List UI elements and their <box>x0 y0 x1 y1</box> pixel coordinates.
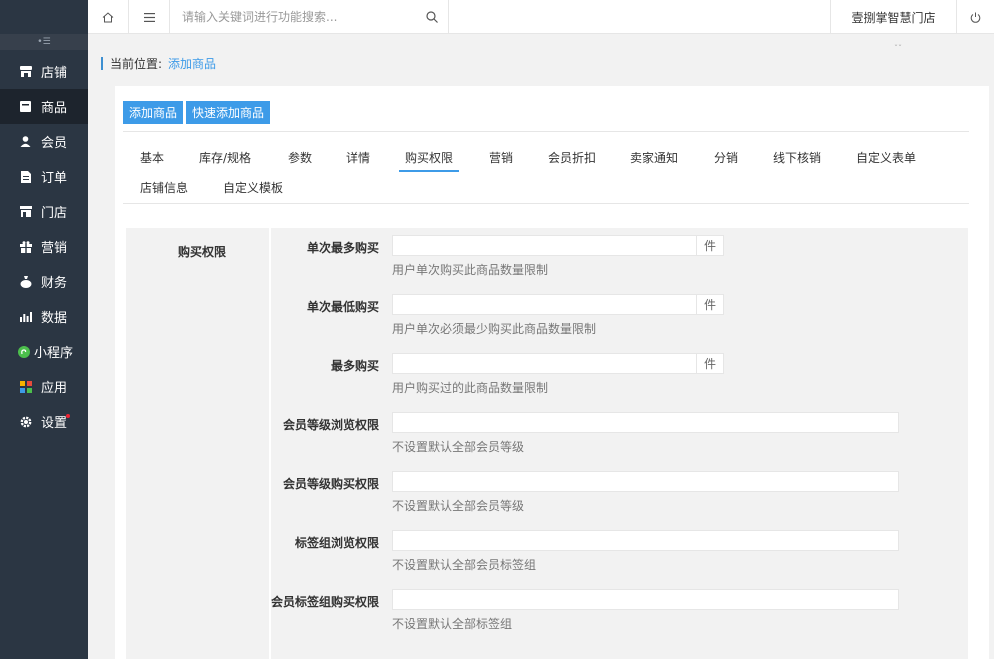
top-buttons: 添加商品 快速添加商品 <box>123 101 273 124</box>
tab-params[interactable]: 参数 <box>288 144 312 172</box>
tab-detail[interactable]: 详情 <box>346 144 370 172</box>
breadcrumb-bar <box>101 57 103 70</box>
member-level-view-select[interactable] <box>392 412 899 433</box>
sidebar-item-shop[interactable]: 门店 <box>0 194 88 229</box>
divider <box>123 203 969 204</box>
apps-icon <box>19 380 32 393</box>
sidebar-item-settings[interactable]: 设置 <box>0 404 88 439</box>
mini-program-icon <box>17 345 30 358</box>
search-icon[interactable] <box>426 11 438 23</box>
form-label: 会员等级购买权限 <box>282 477 379 491</box>
tab-marketing[interactable]: 营销 <box>489 144 513 172</box>
sidebar-item-label: 订单 <box>41 171 68 186</box>
sidebar-item-label: 财务 <box>41 276 68 291</box>
sidebar-item-store[interactable]: 店铺 <box>0 54 88 89</box>
menu-button[interactable] <box>129 0 170 34</box>
form-hint: 不设置默认全部标签组 <box>392 617 513 631</box>
form-label: 会员等级浏览权限 <box>282 418 379 432</box>
form-hint: 不设置默认全部会员标签组 <box>392 558 537 572</box>
search-box <box>170 0 449 34</box>
home-icon <box>102 11 114 22</box>
form-hint: 用户单次购买此商品数量限制 <box>392 263 549 277</box>
unit-addon: 件 <box>696 353 724 374</box>
sidebar-item-goods[interactable]: 商品 <box>0 89 88 124</box>
logout-button[interactable] <box>957 0 994 34</box>
max-total-input[interactable] <box>392 353 697 374</box>
purchase-permission-panel: 购买权限 单次最多购买 件 用户单次购买此商品数量限制 单次最低购买 件 用户单… <box>126 228 968 659</box>
sidebar-item-label: 会员 <box>41 136 68 151</box>
member-level-buy-select[interactable] <box>392 471 899 492</box>
sidebar-item-member[interactable]: 会员 <box>0 124 88 159</box>
sidebar-item-finance[interactable]: 财务 <box>0 264 88 299</box>
unit-addon: 件 <box>696 294 724 315</box>
tab-distribution[interactable]: 分销 <box>714 144 738 172</box>
sidebar-item-label: 数据 <box>41 311 68 326</box>
sidebar-item-order[interactable]: 订单 <box>0 159 88 194</box>
tab-basic[interactable]: 基本 <box>140 144 164 172</box>
tab-custom-template[interactable]: 自定义模板 <box>223 174 283 202</box>
breadcrumb: 当前位置: 添加商品 <box>101 55 216 72</box>
home-button[interactable] <box>88 0 129 34</box>
section-sidebar: 购买权限 <box>126 228 271 659</box>
form-label: 标签组浏览权限 <box>294 536 379 550</box>
tab-member-discount[interactable]: 会员折扣 <box>548 144 596 172</box>
notification-dot <box>66 414 70 418</box>
form-hint: 不设置默认全部会员等级 <box>392 499 525 513</box>
money-bag-icon <box>19 275 32 288</box>
form-label: 单次最低购买 <box>306 300 379 314</box>
sidebar: •☰ 店铺 商品 会员 订单 门店 营销 财务 数据 小程序 应用 设置 <box>0 0 88 659</box>
store-name-button[interactable]: 壹捌掌智慧门店 <box>830 0 957 34</box>
unit-addon: 件 <box>696 235 724 256</box>
goods-icon <box>19 100 32 113</box>
breadcrumb-label: 当前位置: <box>110 57 163 71</box>
form-label: 单次最多购买 <box>306 241 379 255</box>
shop-icon <box>19 205 32 218</box>
sidebar-item-label: 应用 <box>41 381 68 396</box>
sidebar-item-data[interactable]: 数据 <box>0 299 88 334</box>
tab-stock-spec[interactable]: 库存/规格 <box>199 144 251 172</box>
gear-icon <box>19 415 32 428</box>
form-label: 最多购买 <box>330 359 379 373</box>
collapse-icon[interactable]: •☰ <box>0 34 88 50</box>
tab-store-info[interactable]: 店铺信息 <box>140 174 188 202</box>
power-icon <box>970 12 981 23</box>
search-input[interactable] <box>170 0 410 34</box>
max-per-order-input[interactable] <box>392 235 697 256</box>
gift-icon <box>19 240 32 253</box>
chevron-down-icon[interactable]: ˇˇ <box>894 44 902 53</box>
tag-group-view-select[interactable] <box>392 530 899 551</box>
sidebar-item-apps[interactable]: 应用 <box>0 369 88 404</box>
sidebar-item-label: 店铺 <box>41 66 68 81</box>
top-header: 壹捌掌智慧门店 <box>88 0 994 34</box>
divider <box>123 131 969 132</box>
main-card: 添加商品 快速添加商品 基本 库存/规格 参数 详情 购买权限 营销 会员折扣 … <box>115 86 989 659</box>
order-icon <box>19 170 32 183</box>
breadcrumb-current[interactable]: 添加商品 <box>168 55 216 72</box>
quick-add-goods-button[interactable]: 快速添加商品 <box>186 101 271 124</box>
member-tag-group-buy-select[interactable] <box>392 589 899 610</box>
sidebar-logo-area <box>0 0 88 34</box>
sidebar-item-label: 门店 <box>41 206 68 221</box>
add-goods-button[interactable]: 添加商品 <box>123 101 184 124</box>
user-icon <box>19 135 32 148</box>
section-title: 购买权限 <box>178 245 227 259</box>
sidebar-item-label: 设置 <box>41 416 68 431</box>
sidebar-item-mini-program[interactable]: 小程序 <box>0 334 88 369</box>
store-icon <box>19 65 32 78</box>
sidebar-item-label: 小程序 <box>34 346 74 361</box>
sidebar-item-label: 营销 <box>41 241 68 256</box>
min-per-order-input[interactable] <box>392 294 697 315</box>
form-hint: 不设置默认全部会员等级 <box>392 440 525 454</box>
sidebar-item-marketing[interactable]: 营销 <box>0 229 88 264</box>
tab-offline-verify[interactable]: 线下核销 <box>773 144 821 172</box>
tab-purchase-permission[interactable]: 购买权限 <box>399 144 460 172</box>
form-hint: 用户单次必须最少购买此商品数量限制 <box>392 322 597 336</box>
menu-icon <box>143 12 155 22</box>
tab-custom-form[interactable]: 自定义表单 <box>856 144 916 172</box>
form-hint: 用户购买过的此商品数量限制 <box>392 381 549 395</box>
sidebar-item-label: 商品 <box>41 101 68 116</box>
form-label: 会员标签组购买权限 <box>270 595 379 609</box>
bar-chart-icon <box>19 310 32 323</box>
tab-seller-notify[interactable]: 卖家通知 <box>630 144 678 172</box>
